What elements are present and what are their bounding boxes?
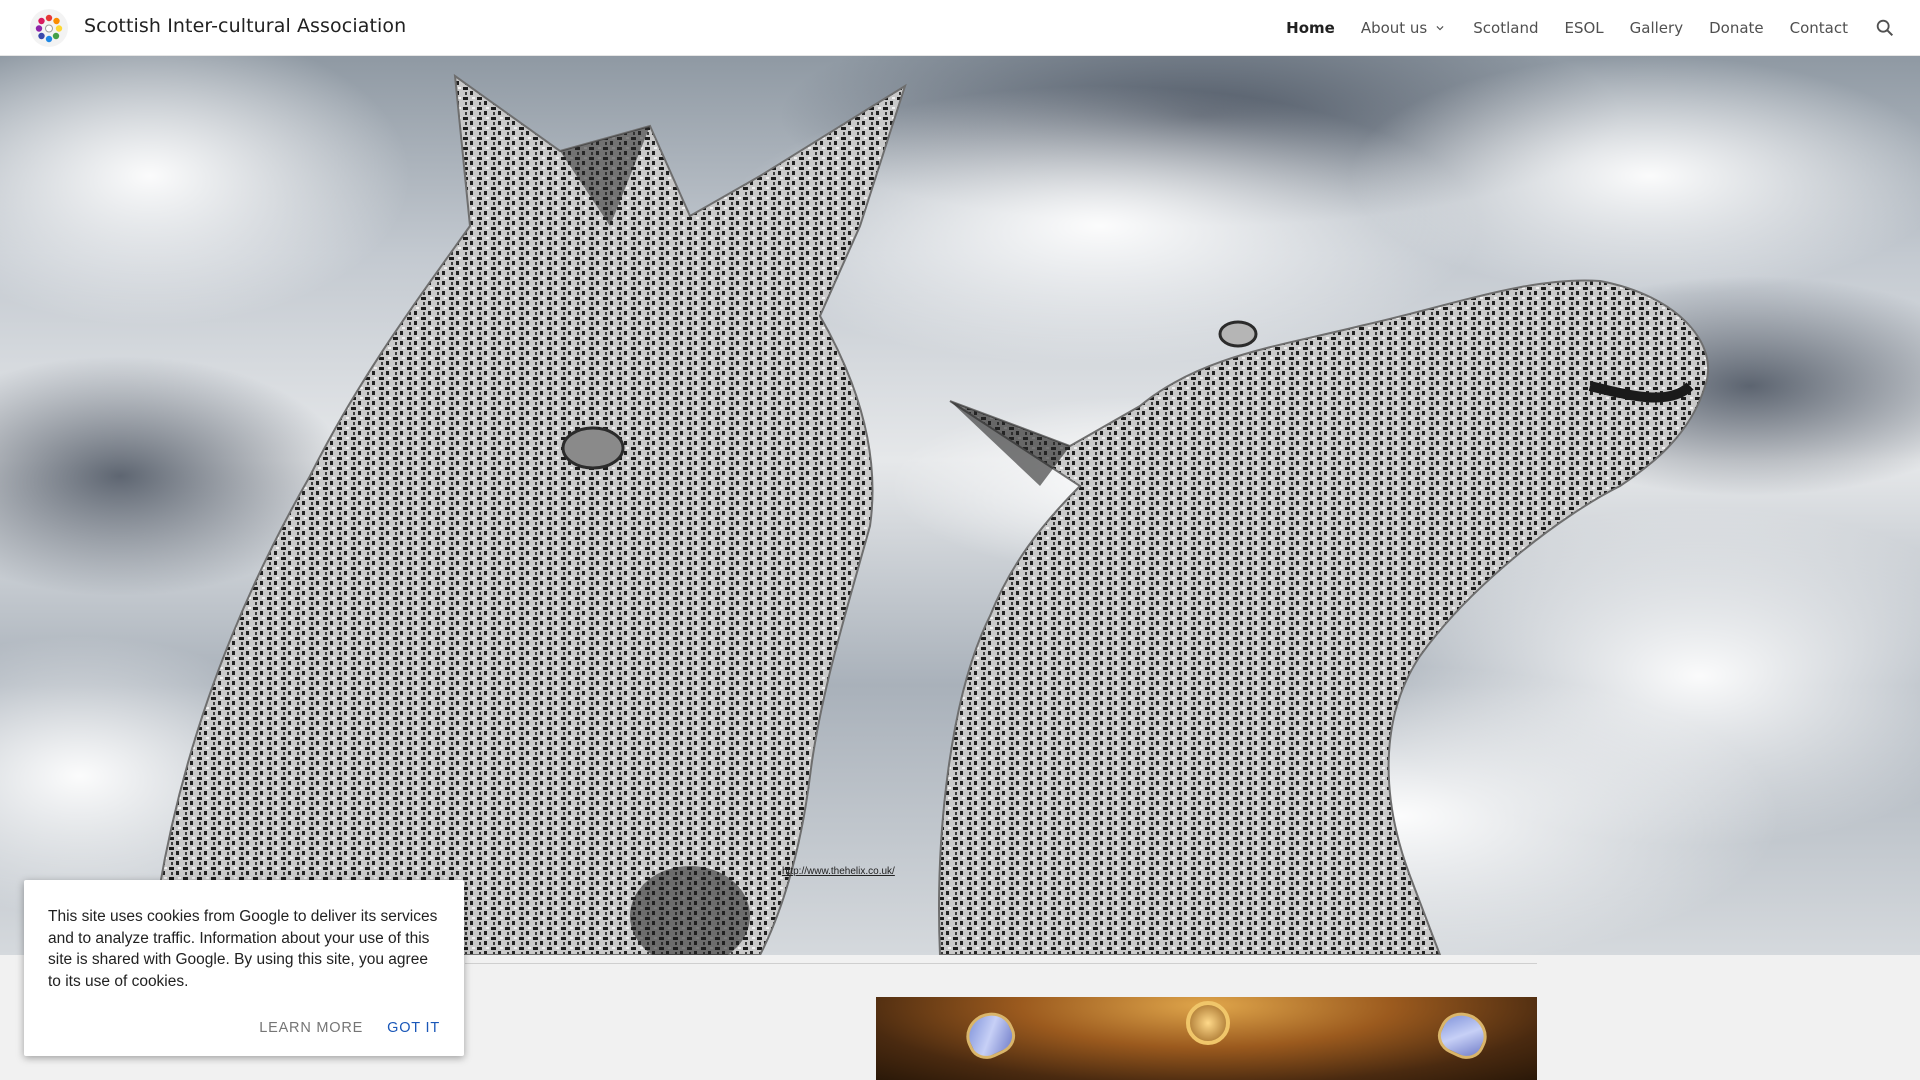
nav-scotland-label: Scotland xyxy=(1473,19,1539,37)
site-title[interactable]: Scottish Inter-cultural Association xyxy=(84,15,406,37)
stained-glass-window-right xyxy=(1431,1004,1495,1066)
cookie-notice-text: This site uses cookies from Google to de… xyxy=(48,908,438,990)
nav-home[interactable]: Home xyxy=(1286,19,1335,37)
ceiling-ornament xyxy=(1186,1001,1230,1045)
site-logo[interactable] xyxy=(30,9,68,47)
nav-scotland[interactable]: Scotland xyxy=(1473,19,1538,37)
got-it-button[interactable]: GOT IT xyxy=(379,1014,448,1042)
logo-icon xyxy=(35,14,63,43)
nav-contact[interactable]: Contact xyxy=(1790,19,1848,37)
kelpies-sculpture-image xyxy=(0,56,1920,955)
image-credit-link[interactable]: http://www.thehelix.co.uk/ xyxy=(782,866,895,877)
nav-donate[interactable]: Donate xyxy=(1709,19,1764,37)
nav-gallery[interactable]: Gallery xyxy=(1630,19,1683,37)
cookie-actions: LEARN MORE GOT IT xyxy=(243,1014,448,1042)
nav-about-us[interactable]: About us xyxy=(1361,19,1447,37)
search-icon[interactable] xyxy=(1874,17,1896,39)
nav-home-label: Home xyxy=(1286,19,1335,37)
site-header: Scottish Inter-cultural Association Home… xyxy=(0,0,1920,56)
chevron-down-icon[interactable] xyxy=(1433,21,1447,35)
nav-gallery-label: Gallery xyxy=(1629,19,1684,37)
ceiling-painting-image xyxy=(876,997,1537,1080)
cookie-notice: This site uses cookies from Google to de… xyxy=(24,880,464,1056)
nav-donate-label: Donate xyxy=(1709,19,1764,37)
nav-esol[interactable]: ESOL xyxy=(1564,19,1603,37)
nav-esol-label: ESOL xyxy=(1564,19,1604,37)
section-divider xyxy=(465,963,1537,964)
learn-more-button[interactable]: LEARN MORE xyxy=(251,1014,371,1042)
hero-banner: http://www.thehelix.co.uk/ xyxy=(0,56,1920,955)
nav-contact-label: Contact xyxy=(1789,19,1848,37)
stained-glass-window-left xyxy=(958,1004,1022,1066)
nav-about-us-label: About us xyxy=(1360,19,1428,37)
main-nav: Home About us Scotland ESOL Gallery Dona… xyxy=(1286,0,1920,56)
